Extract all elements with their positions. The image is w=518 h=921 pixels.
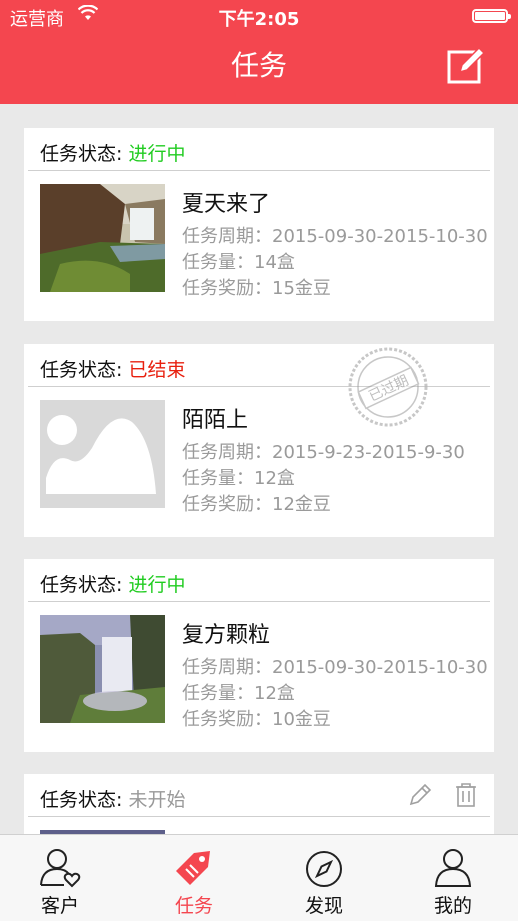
expired-stamp: 已过期 bbox=[347, 346, 429, 428]
nav-bar: 任务 bbox=[0, 32, 518, 104]
pencil-icon bbox=[409, 783, 432, 806]
status-bar: 运营商 下午2:05 bbox=[0, 0, 518, 32]
task-status-value: 已结束 bbox=[128, 359, 186, 381]
compose-button[interactable] bbox=[446, 44, 488, 86]
task-thumbnail bbox=[40, 615, 165, 723]
clock: 下午2:05 bbox=[218, 9, 300, 30]
task-status-value: 未开始 bbox=[128, 789, 186, 811]
task-status-label: 任务状态: 进行中 bbox=[40, 143, 186, 165]
task-reward: 任务奖励：12金豆 bbox=[182, 494, 331, 515]
tab-tasks[interactable]: 任务 bbox=[129, 835, 259, 921]
task-status-row: 任务状态: 进行中 bbox=[28, 559, 490, 602]
task-actions bbox=[407, 782, 478, 812]
task-tag-icon bbox=[176, 851, 210, 885]
tab-customers[interactable]: 客户 bbox=[0, 835, 125, 921]
task-status-value: 进行中 bbox=[128, 574, 186, 596]
task-card[interactable]: 任务状态: 进行中 复方颗粒 任务周期：2015-09-30-2015-10-3… bbox=[24, 559, 494, 752]
task-card[interactable]: 任务状态: 已结束 已过期 陌陌上 任务周期：2015-9-23-2015-9-… bbox=[24, 344, 494, 537]
trash-icon bbox=[456, 783, 476, 807]
task-status-row: 任务状态: 进行中 bbox=[28, 128, 490, 171]
task-status-label: 任务状态: 已结束 bbox=[40, 359, 186, 381]
task-reward: 任务奖励：10金豆 bbox=[182, 709, 331, 730]
battery-icon bbox=[472, 9, 511, 23]
task-reward: 任务奖励：15金豆 bbox=[182, 278, 331, 299]
task-card[interactable]: 任务状态: 进行中 夏天来了 任务周期：2015-09-30-2015-10-3… bbox=[24, 128, 494, 321]
task-amount: 任务量：12盒 bbox=[182, 468, 295, 489]
task-status-row: 任务状态: 未开始 bbox=[28, 774, 490, 817]
customer-icon bbox=[40, 849, 81, 888]
task-thumbnail bbox=[40, 184, 165, 292]
tab-label: 发现 bbox=[304, 895, 343, 917]
user-icon bbox=[434, 849, 472, 887]
page-title: 任务 bbox=[230, 49, 287, 82]
task-card[interactable]: 任务状态: 未开始 bbox=[24, 774, 494, 834]
task-status-label: 任务状态: 进行中 bbox=[40, 574, 186, 596]
edit-button[interactable] bbox=[407, 782, 433, 812]
task-period: 任务周期：2015-9-23-2015-9-30 bbox=[182, 442, 465, 463]
tab-label: 任务 bbox=[174, 895, 213, 917]
task-period: 任务周期：2015-09-30-2015-10-30 bbox=[182, 657, 488, 678]
task-period: 任务周期：2015-09-30-2015-10-30 bbox=[182, 226, 488, 247]
delete-button[interactable] bbox=[454, 782, 478, 812]
task-name: 夏天来了 bbox=[182, 192, 271, 217]
compose-icon bbox=[447, 46, 486, 84]
tab-label: 客户 bbox=[40, 895, 79, 917]
tab-me[interactable]: 我的 bbox=[388, 835, 518, 921]
task-amount: 任务量：14盒 bbox=[182, 252, 295, 273]
task-name: 复方颗粒 bbox=[182, 623, 271, 648]
compass-icon bbox=[306, 851, 342, 887]
tab-bar: 客户 任务 发现 我的 bbox=[0, 834, 518, 921]
tab-discover[interactable]: 发现 bbox=[259, 835, 389, 921]
placeholder-image-icon bbox=[40, 400, 165, 508]
task-name: 陌陌上 bbox=[182, 408, 249, 433]
task-list: 任务状态: 进行中 夏天来了 任务周期：2015-09-30-2015-10-3… bbox=[0, 104, 518, 834]
tab-label: 我的 bbox=[433, 895, 472, 917]
task-status-value: 进行中 bbox=[128, 143, 186, 165]
task-amount: 任务量：12盒 bbox=[182, 683, 295, 704]
task-status-label: 任务状态: 未开始 bbox=[40, 789, 186, 811]
